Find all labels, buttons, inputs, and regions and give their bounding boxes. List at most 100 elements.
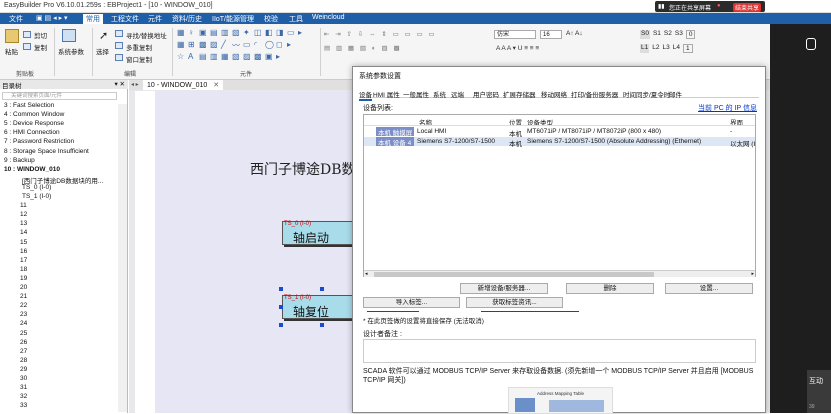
window-copy-button[interactable]: 窗口复制 (126, 54, 152, 64)
tree-item[interactable]: 4 : Common Window (4, 111, 64, 118)
tree-item[interactable]: 27 (20, 348, 27, 355)
tree-item[interactable]: 3 : Fast Selection (4, 102, 54, 109)
table-row[interactable]: 本机 设备 4 Siemens S7-1200/S7-1500 本机 Sieme… (364, 137, 755, 148)
style-s3[interactable]: S3 (675, 30, 683, 39)
tree-item[interactable]: TS_0 (I-0) (22, 184, 51, 191)
tree-item[interactable]: 15 (20, 239, 27, 246)
text-format-icons[interactable]: A A A ▾ U ≡ ≡ ≡ (496, 44, 539, 52)
copy-button[interactable]: 复制 (34, 42, 47, 52)
dialog-tab[interactable]: 时间同步/夏令时 (623, 89, 670, 99)
quick-access-icons[interactable]: ▣ ▤ ◂ ▸ ▾ (36, 14, 68, 22)
tree-item[interactable]: 10 : WINDOW_010 (4, 166, 60, 173)
style-small-index[interactable]: 0 (685, 30, 696, 39)
tree-item[interactable]: 24 (20, 320, 27, 327)
dialog-tab[interactable]: HMI 属性 (373, 89, 400, 99)
tree-item[interactable]: 31 (20, 384, 27, 391)
tree-item[interactable]: 14 (20, 229, 27, 236)
resize-handle[interactable] (320, 323, 324, 327)
tab-scroll-icons[interactable]: ◂ ▸ (131, 81, 139, 88)
style-l2[interactable]: L2 (652, 44, 659, 53)
tab-close-icon[interactable]: ✕ (213, 82, 219, 89)
paste-button[interactable]: 粘贴 (5, 46, 18, 56)
delete-button[interactable]: 删除 (566, 283, 654, 294)
table-horizontal-scrollbar[interactable]: ◂ ▸ (364, 270, 755, 277)
dialog-tab[interactable]: 扩展存储器 (503, 89, 536, 99)
settings-button[interactable]: 设置... (665, 283, 753, 294)
font-name-select[interactable]: 仿宋 (494, 30, 536, 39)
menu-weincloud[interactable]: Weincloud (312, 14, 345, 21)
tree-item[interactable]: 25 (20, 330, 27, 337)
scroll-left-icon[interactable]: ◂ (365, 271, 368, 277)
style-s1[interactable]: S1 (653, 30, 661, 39)
align-tools-icons[interactable]: ⇤ ⇥ ⇧ ⇩ ⇔ ⇕ ▭ ▭ ▭ ▭ (324, 30, 437, 38)
font-grow-icons[interactable]: A↑ A↓ (566, 30, 583, 37)
dialog-tab[interactable]: 一般属性 (403, 89, 429, 99)
tree-item[interactable]: 16 (20, 248, 27, 255)
tree-item[interactable]: 30 (20, 375, 27, 382)
menu-data-history[interactable]: 资料/历史 (172, 14, 202, 24)
dialog-tab[interactable]: 打印/备份服务器 (571, 89, 618, 99)
dialog-tab[interactable]: 用户密码 (473, 89, 499, 99)
dialog-tab[interactable]: 邮件 (669, 89, 682, 99)
dialog-tab[interactable]: 移动网络 (541, 89, 567, 99)
tree-item[interactable]: 28 (20, 357, 27, 364)
tree-item[interactable]: 5 : Device Response (4, 120, 64, 127)
menu-file[interactable]: 文件 (9, 14, 23, 24)
tree-item[interactable]: TS_1 (I-0) (22, 193, 51, 200)
style-l1[interactable]: L1 (640, 44, 650, 53)
tree-item[interactable]: 17 (20, 257, 27, 264)
cut-button[interactable]: 剪切 (34, 30, 47, 40)
tree-item[interactable]: 29 (20, 366, 27, 373)
style-small-row[interactable]: S0 S1 S2 S3 0 (640, 30, 696, 39)
tree-search-input[interactable]: 关键词搜索页面/元件 (2, 92, 117, 100)
resize-handle[interactable] (279, 323, 283, 327)
designer-notes-input[interactable] (363, 339, 756, 363)
tree-item[interactable]: 8 : Storage Space Insufficient (4, 148, 89, 155)
table-row[interactable]: 本机 触摸屏 Local HMI 本机 MT6071iP / MT8071iP … (364, 127, 755, 138)
font-size-select[interactable]: 16 (540, 30, 562, 39)
style-s0[interactable]: S0 (640, 30, 650, 39)
menu-iiot[interactable]: IIoT/能源管理 (212, 14, 254, 24)
menu-project[interactable]: 工程文件 (111, 14, 139, 24)
stop-share-button[interactable]: 结束共享 (733, 3, 762, 12)
tree-item[interactable]: 21 (20, 293, 27, 300)
style-large-index[interactable]: 1 (682, 44, 693, 53)
tree-item[interactable]: 19 (20, 275, 27, 282)
dialog-tab[interactable]: 系统 (433, 89, 446, 99)
tab-window-010[interactable]: 10 - WINDOW_010 ✕ (143, 80, 224, 90)
select-button[interactable]: 选择 (96, 46, 109, 56)
tree-item[interactable]: 7 : Password Restriction (4, 138, 74, 145)
pin-icon[interactable]: ▾ ✕ (114, 80, 125, 88)
menu-verify[interactable]: 校验 (264, 14, 278, 24)
style-large-row[interactable]: L1 L2 L3 L4 1 (640, 44, 693, 53)
system-params-button[interactable]: 系统参数 (58, 46, 84, 56)
get-tag-info-button[interactable]: 获取标签资讯... (466, 297, 563, 308)
element-icons-grid[interactable]: ▦ ♀ ▣ ▤ ▥ ▧ ✦ ◫ ◧ ◨ ▭ ▸ ▦ ⊞ ▩ ▨ ╱ 〰 ▭ ◜ ◯ ◻ ▸ ☆ A ▤ ▥ ▦ ▧ ▨ ▩ ▣ ▸ (177, 28, 317, 66)
tree-item[interactable]: 33 (20, 402, 27, 409)
tree-item[interactable]: 20 (20, 284, 27, 291)
scroll-right-icon[interactable]: ▸ (751, 271, 754, 277)
menu-objects[interactable]: 元件 (148, 14, 162, 24)
resize-handle[interactable] (279, 305, 283, 309)
tree-item[interactable]: 18 (20, 266, 27, 273)
dialog-tab[interactable]: 远端 (451, 89, 464, 99)
pc-ip-info-link[interactable]: 当前 PC 的 IP 信息 (698, 103, 757, 113)
tree-item[interactable]: 12 (20, 211, 27, 218)
tree-item[interactable]: 11 (20, 202, 27, 209)
axis-start-button[interactable]: TS_0 (I-0) 轴启动 (282, 221, 362, 245)
tree-item[interactable]: 6 : HMI Connection (4, 129, 60, 136)
microphone-icon[interactable] (806, 38, 816, 50)
menu-tools[interactable]: 工具 (289, 14, 303, 24)
find-replace-button[interactable]: 寻找/替换地址 (126, 30, 167, 40)
resize-handle[interactable] (279, 287, 283, 291)
tree-item[interactable]: 13 (20, 220, 27, 227)
tree-item[interactable]: 23 (20, 311, 27, 318)
multi-copy-button[interactable]: 多重复制 (126, 42, 152, 52)
import-tags-button[interactable]: 导入标签... (363, 297, 460, 308)
tree-item[interactable]: 32 (20, 393, 27, 400)
tree-item[interactable]: 9 : Backup (4, 157, 35, 164)
dialog-tab[interactable]: 设备 (359, 89, 372, 101)
style-l3[interactable]: L3 (662, 44, 669, 53)
axis-reset-button[interactable]: TS_1 (I-0) 轴复位 (282, 295, 362, 319)
menu-home[interactable]: 常用 (83, 14, 103, 24)
